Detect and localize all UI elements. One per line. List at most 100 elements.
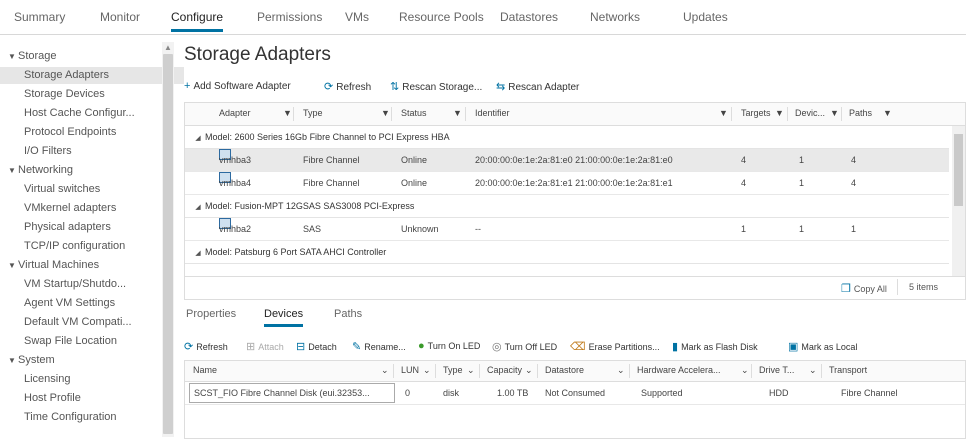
- filter-icon[interactable]: ▼: [830, 108, 839, 118]
- sidebar-item-virtual-switches[interactable]: Virtual switches: [0, 181, 184, 198]
- collapse-triangle-icon[interactable]: ◢: [191, 197, 205, 219]
- attach-button[interactable]: ⊞ Attach: [246, 340, 284, 353]
- sidebar-item-host-profile[interactable]: Host Profile: [0, 390, 184, 407]
- tab-updates[interactable]: Updates: [683, 10, 728, 24]
- column-divider[interactable]: [537, 364, 538, 378]
- tab-summary[interactable]: Summary: [14, 10, 65, 24]
- group-row[interactable]: ◢ Model: Fusion-MPT 12GSAS SAS3008 PCI-Ex…: [185, 195, 949, 218]
- sidebar-item-licensing[interactable]: Licensing: [0, 371, 184, 388]
- column-divider[interactable]: [841, 107, 842, 121]
- tab-vms[interactable]: VMs: [345, 10, 369, 24]
- column-header-lun[interactable]: LUN: [401, 365, 419, 375]
- chevron-down-icon[interactable]: ⌄: [467, 365, 475, 376]
- column-header-adapter[interactable]: Adapter: [219, 108, 251, 118]
- mark-flash-button[interactable]: ▮ Mark as Flash Disk: [672, 340, 758, 353]
- group-row[interactable]: ◢ Model: 2600 Series 16Gb Fibre Channel t…: [185, 126, 949, 149]
- column-header-status[interactable]: Status: [401, 108, 427, 118]
- devices-refresh-button[interactable]: ⟳ Refresh: [184, 340, 228, 353]
- column-header-identifier[interactable]: Identifier: [475, 108, 510, 118]
- sidebar-item-storage-devices[interactable]: Storage Devices: [0, 86, 184, 103]
- column-header-devices[interactable]: Devic...: [795, 108, 825, 118]
- column-divider[interactable]: [293, 107, 294, 121]
- column-header-hw-accel[interactable]: Hardware Accelera...: [637, 365, 721, 375]
- sidebar-item-swap-file[interactable]: Swap File Location: [0, 333, 184, 350]
- column-divider[interactable]: [391, 107, 392, 121]
- tab-properties[interactable]: Properties: [186, 308, 236, 320]
- sidebar-item-tcpip-config[interactable]: TCP/IP configuration: [0, 238, 184, 255]
- filter-icon[interactable]: ▼: [719, 108, 728, 118]
- tab-monitor[interactable]: Monitor: [100, 10, 140, 24]
- sidebar-group-system[interactable]: ▼ System: [0, 352, 168, 369]
- filter-icon[interactable]: ▼: [883, 108, 892, 118]
- grid-scrollbar[interactable]: [952, 126, 965, 276]
- filter-icon[interactable]: ▼: [453, 108, 462, 118]
- sidebar-group-virtual-machines[interactable]: ▼ Virtual Machines: [0, 257, 168, 274]
- chevron-down-icon[interactable]: ⌄: [809, 365, 817, 376]
- table-row[interactable]: vmhba3 Fibre Channel Online 20:00:00:0e:…: [185, 149, 949, 172]
- column-header-type[interactable]: Type: [443, 365, 463, 375]
- table-row[interactable]: SCST_FIO Fibre Channel Disk (eui.32353..…: [185, 382, 965, 405]
- tab-datastores[interactable]: Datastores: [500, 10, 558, 24]
- column-divider[interactable]: [731, 107, 732, 121]
- tab-paths[interactable]: Paths: [334, 308, 362, 320]
- table-row[interactable]: vmhba2 SAS Unknown -- 1 1 1: [185, 218, 949, 241]
- table-row[interactable]: vmhba4 Fibre Channel Online 20:00:00:0e:…: [185, 172, 949, 195]
- sidebar-item-vmkernel-adapters[interactable]: VMkernel adapters: [0, 200, 184, 217]
- column-divider[interactable]: [435, 364, 436, 378]
- filter-icon[interactable]: ▼: [283, 108, 292, 118]
- chevron-down-icon[interactable]: ⌄: [423, 365, 431, 376]
- scroll-up-icon[interactable]: ▲: [164, 43, 172, 52]
- tab-devices[interactable]: Devices: [264, 308, 304, 327]
- sidebar-item-physical-adapters[interactable]: Physical adapters: [0, 219, 184, 236]
- rescan-storage-button[interactable]: ⇅ Rescan Storage...: [390, 80, 482, 93]
- sidebar-group-storage[interactable]: ▼ Storage: [0, 48, 168, 65]
- column-header-type[interactable]: Type: [303, 108, 323, 118]
- chevron-down-icon[interactable]: ⌄: [617, 365, 625, 376]
- sidebar-item-time-config[interactable]: Time Configuration: [0, 409, 184, 426]
- column-divider[interactable]: [787, 107, 788, 121]
- detach-button[interactable]: ⊟ Detach: [296, 340, 337, 353]
- sidebar-scrollbar[interactable]: ▲: [162, 42, 174, 437]
- collapse-triangle-icon[interactable]: ◢: [191, 128, 205, 150]
- column-divider[interactable]: [751, 364, 752, 378]
- column-header-paths[interactable]: Paths: [849, 108, 872, 118]
- scrollbar-thumb[interactable]: [954, 134, 963, 206]
- sidebar-group-networking[interactable]: ▼ Networking: [0, 162, 168, 179]
- column-header-targets[interactable]: Targets: [741, 108, 771, 118]
- group-row[interactable]: ◢ Model: Patsburg 6 Port SATA AHCI Contro…: [185, 241, 949, 264]
- column-header-capacity[interactable]: Capacity: [487, 365, 522, 375]
- chevron-down-icon[interactable]: ⌄: [381, 365, 389, 376]
- sidebar-item-protocol-endpoints[interactable]: Protocol Endpoints: [0, 124, 184, 141]
- erase-partitions-button[interactable]: ⌫ Erase Partitions...: [570, 340, 660, 353]
- column-divider[interactable]: [821, 364, 822, 378]
- column-header-datastore[interactable]: Datastore: [545, 365, 584, 375]
- filter-icon[interactable]: ▼: [775, 108, 784, 118]
- column-divider[interactable]: [479, 364, 480, 378]
- refresh-button[interactable]: ⟳ Refresh: [324, 80, 371, 93]
- mark-local-button[interactable]: ▣ Mark as Local: [788, 340, 857, 353]
- add-software-adapter-button[interactable]: + Add Software Adapter: [184, 80, 291, 92]
- turn-off-led-button[interactable]: ◎ Turn Off LED: [492, 340, 557, 353]
- sidebar-item-default-vm-compat[interactable]: Default VM Compati...: [0, 314, 184, 331]
- tab-permissions[interactable]: Permissions: [257, 10, 322, 24]
- column-header-drive-type[interactable]: Drive T...: [759, 365, 794, 375]
- sidebar-item-vm-startup[interactable]: VM Startup/Shutdo...: [0, 276, 184, 293]
- copy-all-button[interactable]: ❐ Copy All: [841, 282, 887, 295]
- collapse-triangle-icon[interactable]: ◢: [191, 243, 205, 265]
- sidebar-item-agent-vm[interactable]: Agent VM Settings: [0, 295, 184, 312]
- column-divider[interactable]: [393, 364, 394, 378]
- column-header-transport[interactable]: Transport: [829, 365, 867, 375]
- tab-configure[interactable]: Configure: [171, 10, 224, 32]
- column-header-name[interactable]: Name: [193, 365, 217, 375]
- rename-button[interactable]: ✎ Rename...: [352, 340, 406, 353]
- filter-icon[interactable]: ▼: [381, 108, 390, 118]
- sidebar-item-io-filters[interactable]: I/O Filters: [0, 143, 184, 160]
- rescan-adapter-button[interactable]: ⇆ Rescan Adapter: [496, 80, 579, 93]
- column-divider[interactable]: [629, 364, 630, 378]
- sidebar-item-storage-adapters[interactable]: Storage Adapters: [0, 67, 184, 84]
- chevron-down-icon[interactable]: ⌄: [525, 365, 533, 376]
- sidebar-item-host-cache[interactable]: Host Cache Configur...: [0, 105, 184, 122]
- tab-networks[interactable]: Networks: [590, 10, 640, 24]
- chevron-down-icon[interactable]: ⌄: [741, 365, 749, 376]
- column-divider[interactable]: [465, 107, 466, 121]
